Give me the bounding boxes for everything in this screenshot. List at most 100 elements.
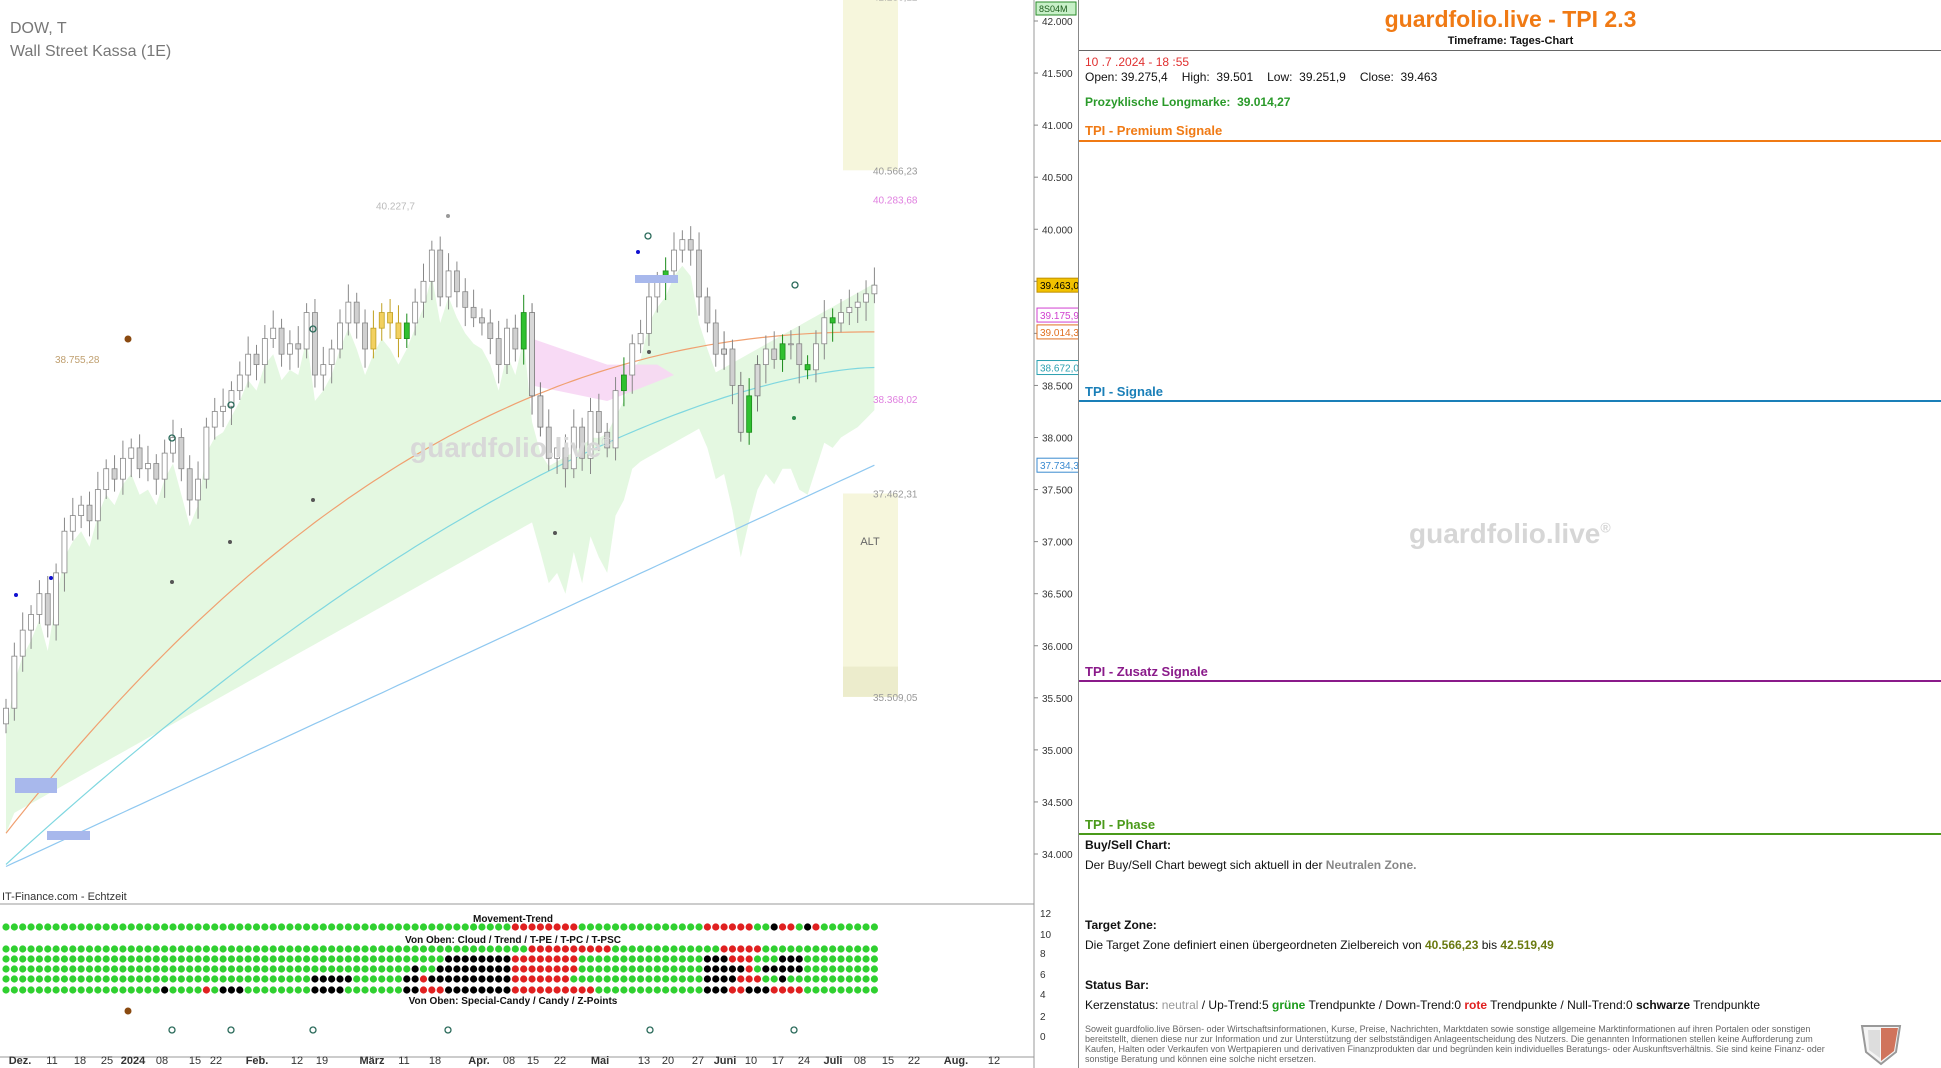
candle-body bbox=[746, 395, 753, 433]
status-dot bbox=[94, 986, 102, 994]
price-chart[interactable]: ALT 42.236,12 40.566,23 40.283,68 38.368,02… bbox=[0, 0, 1078, 1068]
status-dot bbox=[812, 975, 820, 983]
chart-panel[interactable]: ALT 42.236,12 40.566,23 40.283,68 38.368,02… bbox=[0, 0, 1078, 1068]
status-dot bbox=[620, 965, 628, 973]
status-dot bbox=[670, 975, 678, 983]
candle bbox=[537, 382, 544, 437]
candle-body bbox=[387, 312, 394, 324]
status-dot bbox=[44, 975, 52, 983]
status-dot bbox=[119, 965, 127, 973]
status-dot bbox=[152, 945, 160, 953]
status-dot bbox=[845, 965, 853, 973]
prozyklische-longmarke: Prozyklische Longmarke: 39.014,27 bbox=[1085, 95, 1291, 109]
symbol-market: Wall Street Kassa (1E) bbox=[10, 43, 172, 60]
status-dot bbox=[545, 945, 553, 953]
status-dot bbox=[411, 975, 419, 983]
x-tick-label: März bbox=[359, 1055, 385, 1067]
candle-body bbox=[796, 343, 803, 366]
shield-logo-icon bbox=[1860, 1025, 1902, 1066]
status-dot bbox=[570, 975, 578, 983]
candle-body bbox=[729, 348, 736, 386]
status-dot bbox=[778, 955, 787, 963]
candle-body bbox=[245, 353, 252, 376]
status-dot bbox=[286, 986, 294, 994]
status-dot bbox=[628, 945, 636, 953]
status-dot bbox=[394, 986, 403, 994]
status-dot bbox=[703, 955, 712, 963]
x-tick-label: 15 bbox=[882, 1055, 894, 1067]
status-dot bbox=[503, 965, 511, 973]
status-dot bbox=[328, 975, 336, 983]
status-dot bbox=[662, 975, 670, 983]
marker-dot bbox=[792, 416, 796, 420]
status-dot bbox=[778, 923, 787, 931]
status-dot bbox=[419, 965, 428, 973]
status-dot bbox=[745, 945, 753, 953]
status-dot bbox=[795, 986, 803, 994]
status-dot bbox=[453, 975, 461, 983]
status-dot bbox=[244, 975, 252, 983]
candle bbox=[186, 455, 193, 516]
status-dot bbox=[578, 955, 586, 963]
status-dot bbox=[545, 955, 553, 963]
status-dot bbox=[27, 955, 35, 963]
candle bbox=[103, 459, 110, 499]
status-dot bbox=[444, 945, 453, 953]
candle-body bbox=[303, 312, 310, 350]
candle-body bbox=[829, 317, 836, 324]
candle-body bbox=[11, 655, 18, 709]
status-dot bbox=[252, 986, 261, 994]
candle-body bbox=[813, 343, 819, 371]
price-tag-label: 37.734,3 bbox=[1040, 461, 1078, 472]
x-tick-label: 22 bbox=[554, 1055, 566, 1067]
status-dot bbox=[436, 975, 444, 983]
status-dot bbox=[561, 965, 570, 973]
status-dot bbox=[770, 923, 778, 931]
status-dot bbox=[403, 955, 411, 963]
status-dot bbox=[119, 986, 127, 994]
status-dot bbox=[486, 965, 494, 973]
y-tick-label: 40.000 bbox=[1042, 225, 1073, 236]
status-dot bbox=[294, 923, 302, 931]
status-dot bbox=[662, 923, 670, 931]
status-dot bbox=[444, 975, 453, 983]
status-dot bbox=[762, 945, 770, 953]
status-dot bbox=[69, 986, 77, 994]
candle bbox=[453, 261, 460, 308]
status-dot bbox=[35, 923, 44, 931]
status-dot bbox=[536, 923, 545, 931]
status-dot bbox=[35, 965, 44, 973]
status-dot bbox=[595, 986, 603, 994]
timeframe-badge-text: 8S04M bbox=[1039, 4, 1068, 14]
candle bbox=[312, 299, 318, 388]
status-dot bbox=[520, 986, 528, 994]
status-dot bbox=[403, 965, 411, 973]
status-dot bbox=[336, 986, 344, 994]
status-dot bbox=[753, 945, 762, 953]
status-dot bbox=[344, 986, 352, 994]
status-dot bbox=[403, 986, 411, 994]
status-dot bbox=[194, 945, 202, 953]
bottom-scale-label: 6 bbox=[1040, 970, 1046, 981]
status-dot bbox=[394, 955, 403, 963]
status-dot bbox=[152, 965, 160, 973]
candle bbox=[479, 308, 485, 336]
status-dot bbox=[236, 945, 244, 953]
status-dot bbox=[85, 986, 94, 994]
status-dot bbox=[653, 955, 661, 963]
status-dot bbox=[269, 986, 277, 994]
candle-body bbox=[195, 478, 201, 501]
status-dot bbox=[311, 986, 319, 994]
status-dot bbox=[69, 965, 77, 973]
status-dot bbox=[653, 945, 661, 953]
x-tick-label: 2024 bbox=[121, 1055, 146, 1067]
price-tag-label: 38.672,0 bbox=[1040, 364, 1078, 375]
status-dot bbox=[177, 986, 185, 994]
status-dot bbox=[820, 945, 828, 953]
status-dot bbox=[27, 965, 35, 973]
status-dot bbox=[144, 975, 152, 983]
candle-body bbox=[403, 322, 410, 339]
candle bbox=[145, 445, 151, 482]
y-tick-label: 37.500 bbox=[1042, 486, 1073, 497]
status-dot bbox=[520, 975, 528, 983]
